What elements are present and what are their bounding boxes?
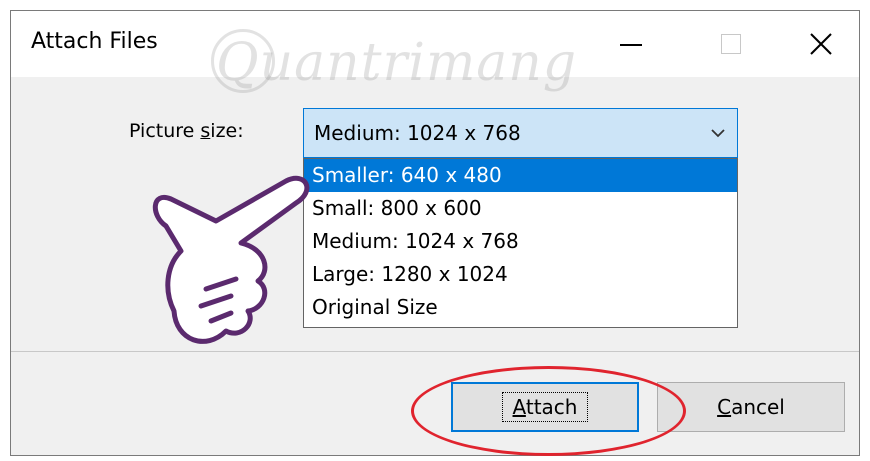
annotation-circle: [411, 366, 686, 456]
cancel-label-rest: ancel: [731, 395, 785, 419]
label-suffix: ize:: [210, 120, 244, 142]
chevron-down-icon: [711, 129, 725, 138]
picture-size-dropdown: Smaller: 640 x 480 Small: 800 x 600 Medi…: [303, 158, 738, 328]
maximize-button[interactable]: [691, 11, 771, 77]
close-icon: [810, 33, 832, 55]
label-prefix: Picture: [129, 120, 201, 142]
picture-size-label: Picture size:: [129, 120, 244, 142]
minimize-icon: [620, 44, 642, 46]
label-mnemonic: s: [200, 120, 211, 142]
minimize-button[interactable]: [591, 11, 671, 77]
maximize-icon: [721, 34, 741, 54]
dropdown-option[interactable]: Original Size: [304, 291, 737, 324]
footer-separator: [11, 351, 859, 352]
title-bar[interactable]: Attach Files Quantrimang: [11, 11, 861, 93]
dropdown-option[interactable]: Medium: 1024 x 768: [304, 225, 737, 258]
close-button[interactable]: [781, 11, 861, 77]
dropdown-option[interactable]: Small: 800 x 600: [304, 192, 737, 225]
pointing-hand-icon: [152, 175, 310, 344]
attach-files-dialog: Attach Files Quantrimang Picture size: M…: [10, 10, 860, 456]
dialog-title: Attach Files: [31, 29, 158, 54]
picture-size-selected-value: Medium: 1024 x 768: [314, 121, 521, 145]
cancel-mnemonic: C: [717, 395, 732, 419]
picture-size-select[interactable]: Medium: 1024 x 768: [303, 108, 738, 158]
cancel-button-label: Cancel: [717, 395, 785, 419]
watermark: Quantrimang: [216, 33, 578, 93]
dropdown-option[interactable]: Smaller: 640 x 480: [304, 159, 737, 192]
dropdown-option[interactable]: Large: 1280 x 1024: [304, 258, 737, 291]
